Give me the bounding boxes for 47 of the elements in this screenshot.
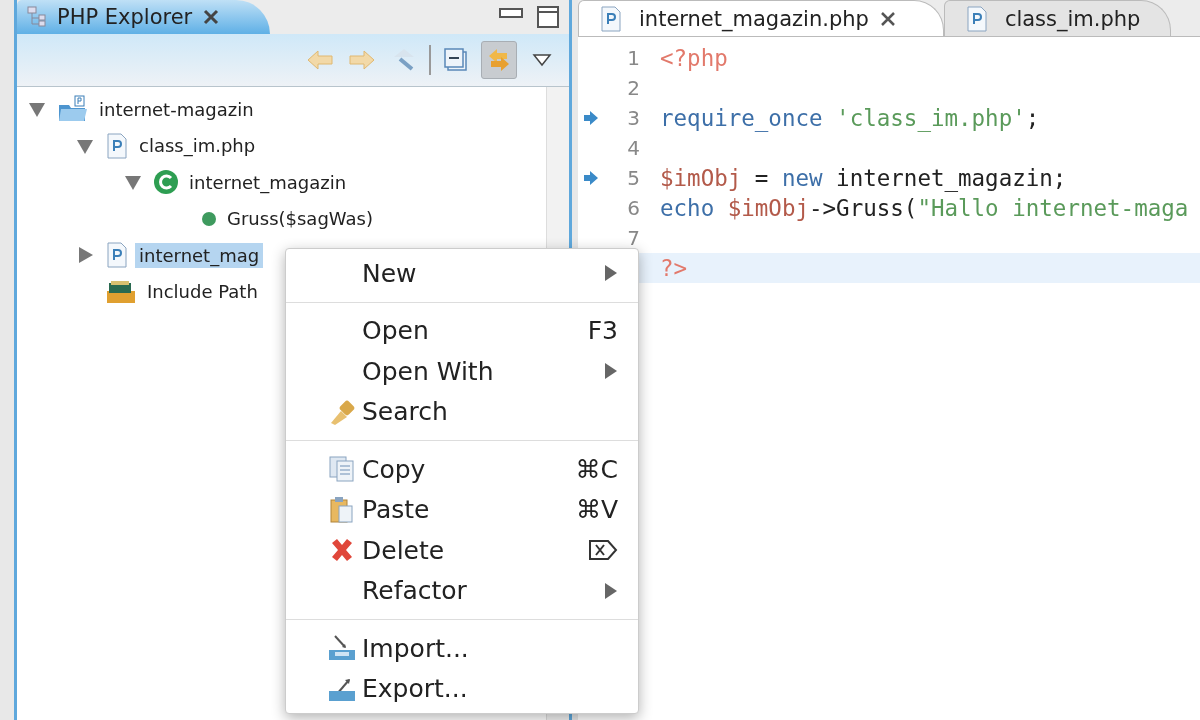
code-line: $imObj = new internet_magazin;: [660, 165, 1067, 191]
maximize-icon[interactable]: [537, 6, 559, 28]
menu-item[interactable]: Open F3: [286, 310, 638, 351]
minimize-icon[interactable]: [499, 6, 523, 20]
tree-item[interactable]: class_im.php: [135, 133, 260, 159]
tree-item[interactable]: internet_magazin: [185, 169, 351, 195]
line-number: 6: [627, 196, 640, 220]
editor-tab[interactable]: class_im.php: [943, 0, 1172, 36]
tree-item[interactable]: Gruss($sagWas): [223, 206, 377, 232]
class-icon: [153, 169, 179, 196]
tree-item[interactable]: internet_mag: [135, 242, 264, 268]
code-line: <?php: [660, 45, 728, 71]
menu-item[interactable]: Copy ⌘C: [286, 449, 638, 490]
line-number: 1: [627, 46, 640, 70]
tree-item[interactable]: internet-magazin: [95, 96, 258, 122]
menu-item[interactable]: Export...: [286, 668, 638, 709]
collapse-all-icon[interactable]: [443, 47, 469, 73]
menu-item[interactable]: Import...: [286, 628, 638, 669]
view-menu-icon[interactable]: [532, 53, 552, 67]
project-folder-icon: [57, 95, 89, 124]
menu-item[interactable]: Open With: [286, 351, 638, 392]
tree-item[interactable]: Include Path: [143, 279, 262, 305]
line-number: 3: [627, 106, 640, 130]
code-line: ?>: [660, 255, 688, 281]
method-dot-icon: [201, 210, 217, 227]
close-icon[interactable]: [202, 8, 221, 26]
code-line: echo $imObj->Gruss("Hallo internet-maga: [660, 195, 1189, 221]
line-number: 4: [627, 136, 640, 160]
menu-item[interactable]: New: [286, 253, 638, 294]
php-file-icon: [105, 131, 129, 160]
php-file-icon: [105, 241, 129, 270]
line-number: 7: [627, 226, 640, 250]
line-number: 2: [627, 76, 640, 100]
php-file-icon: [964, 4, 989, 33]
library-icon: [105, 278, 137, 305]
hierarchy-icon: [27, 6, 47, 28]
editor-tab[interactable]: internet_magazin.php: [578, 0, 944, 36]
code-line: require_once 'class_im.php';: [660, 105, 1040, 131]
menu-item[interactable]: Refactor: [286, 570, 638, 611]
php-file-icon: [599, 4, 623, 33]
line-number: 5: [627, 166, 640, 190]
menu-item[interactable]: Delete: [286, 530, 638, 571]
menu-item[interactable]: Search: [286, 391, 638, 432]
view-tab[interactable]: PHP Explorer: [17, 0, 271, 34]
close-icon[interactable]: [878, 9, 897, 28]
menu-item[interactable]: Paste ⌘V: [286, 489, 638, 530]
view-title: PHP Explorer: [57, 5, 193, 29]
